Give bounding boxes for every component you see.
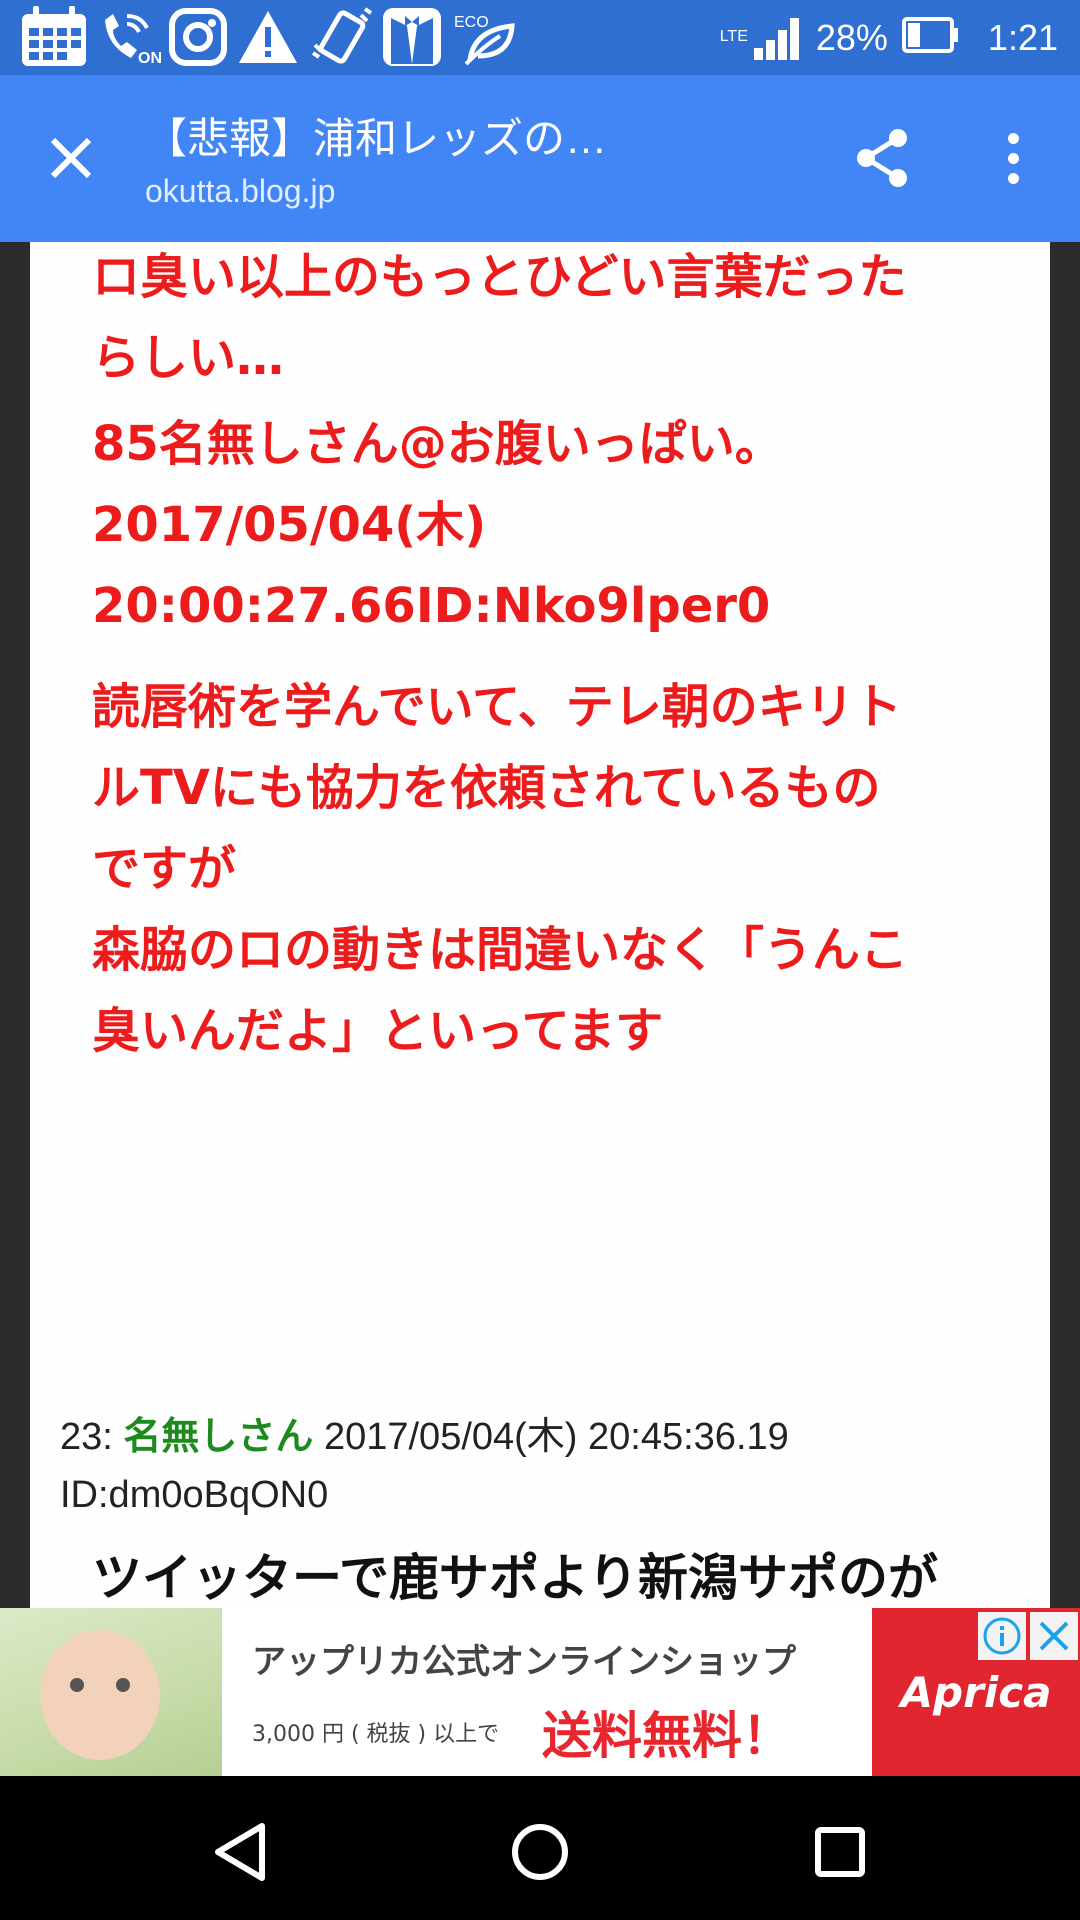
ad-headline: アップリカ公式オンラインショップ: [252, 1642, 796, 1682]
paragraph-2: 読唇術を学んでいて、テレ朝のキリト ルTVにも協力を依頼されているもの ですが …: [92, 667, 908, 1072]
ad-info-button[interactable]: [978, 1612, 1026, 1660]
close-button[interactable]: [38, 125, 104, 191]
warning-icon: [236, 4, 300, 70]
ad-close-button[interactable]: [1030, 1612, 1078, 1660]
custom-tab-toolbar: 【悲報】浦和レッズの… okutta.blog.jp: [0, 75, 1080, 242]
more-vert-icon-dot: [1007, 172, 1019, 184]
post-id: ID:dm0oBqON0: [60, 1474, 329, 1516]
poster-name: 名無しさん: [123, 1414, 314, 1458]
baby-eye: [70, 1678, 84, 1692]
text-line: ですが: [92, 841, 237, 897]
close-icon: [50, 137, 92, 179]
baby-eye: [116, 1678, 130, 1692]
nav-home-button[interactable]: [500, 1812, 580, 1892]
recents-square-icon: [815, 1827, 865, 1877]
tuxedo-icon: [380, 4, 444, 70]
text-line: 85名無しさん@お腹いっぱい。: [92, 416, 783, 472]
navigation-bar: [0, 1776, 1080, 1920]
ad-highlight: 送料無料！: [542, 1707, 792, 1765]
back-triangle-icon: [215, 1823, 265, 1881]
baby-face: [40, 1630, 160, 1760]
text-line: 読唇術を学んでいて、テレ朝のキリト: [92, 679, 902, 735]
more-vert-icon: [1007, 132, 1019, 144]
post-number: 23:: [60, 1416, 113, 1458]
home-circle-icon: [512, 1824, 568, 1880]
quoted-post-header: 85名無しさん@お腹いっぱい。 2017/05/04(木) 20:00:27.6…: [92, 404, 783, 647]
share-icon: [857, 129, 907, 187]
status-bar-right: LTE 28% 1:21: [720, 0, 1058, 75]
post-header: 23: 名無しさん 2017/05/04(木) 20:45:36.19 ID:d…: [60, 1407, 1020, 1524]
post-body-text: ツイッターで鹿サポより新潟サポのが: [92, 1549, 938, 1607]
phone-vibrate-icon: [308, 4, 374, 70]
clock: 1:21: [987, 16, 1058, 58]
text-line: ルTVにも協力を依頼されているもの: [92, 760, 881, 816]
ad-banner[interactable]: アップリカ公式オンラインショップ 3,000 円 ( 税抜 ) 以上で 送料無料…: [0, 1608, 1080, 1776]
eco-leaf-icon: ECO: [452, 4, 522, 70]
wifi-call-icon: ON: [96, 4, 162, 70]
nav-back-button[interactable]: [200, 1812, 280, 1892]
eco-label: ECO: [454, 14, 489, 31]
nav-recents-button[interactable]: [800, 1812, 880, 1892]
article-body: ロ臭い以上のもっとひどい言葉だった らしい… 85名無しさん@お腹いっぱい。 2…: [30, 242, 1050, 1610]
battery-icon: [901, 17, 960, 58]
ad-brand-text: Aprica: [900, 1667, 1052, 1717]
battery-percent: 28%: [815, 16, 888, 58]
page-title: 【悲報】浦和レッズの…: [145, 115, 608, 162]
wifi-call-label: ON: [138, 50, 162, 67]
ad-copy: アップリカ公式オンラインショップ 3,000 円 ( 税抜 ) 以上で 送料無料…: [222, 1608, 872, 1776]
text-line: 森脇のロの動きは間違いなく「うんこ: [92, 922, 909, 978]
more-options-button[interactable]: [980, 125, 1046, 191]
more-vert-icon-dot: [1007, 152, 1019, 164]
status-bar: ON ECO LTE 28% 1:21: [0, 0, 1080, 75]
post-datetime: 2017/05/04(木) 20:45:36.19: [323, 1416, 789, 1458]
info-icon: [983, 1617, 1021, 1655]
share-button[interactable]: [850, 125, 916, 191]
ad-subline: 3,000 円 ( 税抜 ) 以上で: [252, 1722, 500, 1747]
page-url: okutta.blog.jp: [145, 173, 336, 209]
ad-baby-photo: [0, 1608, 222, 1776]
paragraph-1: ロ臭い以上のもっとひどい言葉だった らしい…: [92, 242, 907, 399]
text-line: ロ臭い以上のもっとひどい言葉だった: [92, 249, 907, 305]
text-line: らしい…: [92, 330, 285, 386]
text-line: 20:00:27.66ID:Nko9lper0: [92, 578, 771, 634]
calendar-icon: [18, 4, 90, 70]
signal-icon: LTE: [720, 16, 802, 60]
text-line: 臭いんだよ」といってます: [92, 1003, 664, 1059]
text-line: 2017/05/04(木): [92, 497, 487, 553]
network-type: LTE: [719, 27, 748, 45]
instagram-icon: [166, 4, 230, 70]
close-icon: [1039, 1621, 1069, 1651]
